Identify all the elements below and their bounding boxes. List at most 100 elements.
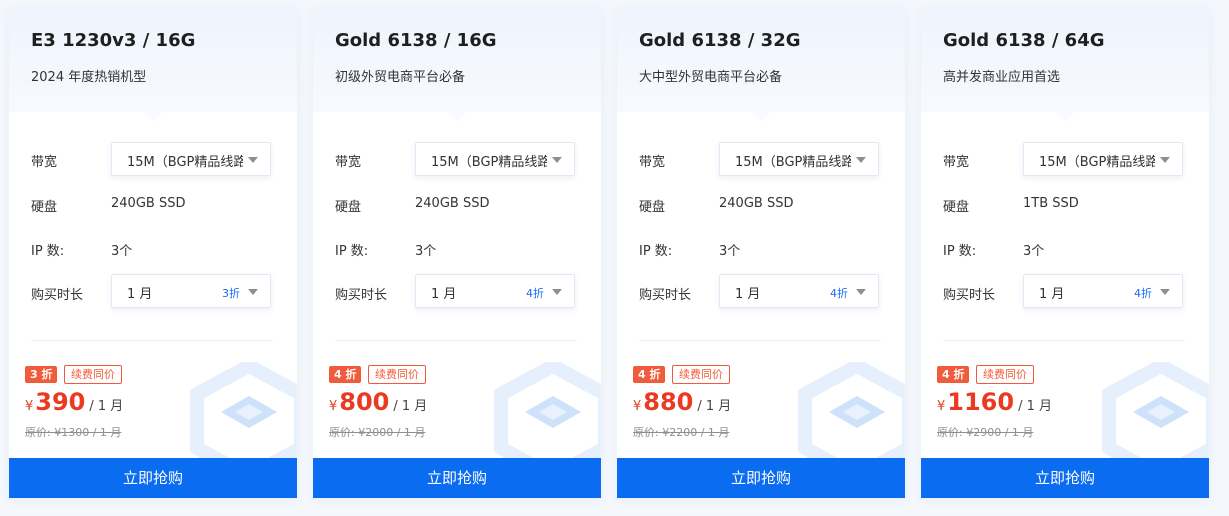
hexagon-logo-icon	[1102, 362, 1209, 472]
disk-value: 240GB SSD	[719, 196, 794, 211]
disk-label: 硬盘	[335, 200, 362, 215]
duration-select[interactable]: 1 月 4折	[719, 274, 879, 308]
discount-badge: 4 折	[937, 366, 970, 383]
chevron-down-icon	[552, 157, 562, 163]
disk-value: 1TB SSD	[1023, 196, 1079, 211]
bandwidth-select[interactable]: 15M（BGP精品线路	[111, 142, 271, 176]
buy-now-button[interactable]: 立即抢购	[921, 458, 1209, 498]
price-value: 1160	[947, 388, 1015, 416]
duration-discount: 4折	[1134, 287, 1152, 300]
product-subtitle: 2024 年度热销机型	[31, 70, 147, 85]
currency-symbol: ¥	[25, 399, 34, 414]
hexagon-logo-icon	[798, 362, 905, 472]
ip-label: IP 数:	[335, 244, 369, 259]
currency-symbol: ¥	[937, 399, 946, 414]
duration-select[interactable]: 1 月 4折	[415, 274, 575, 308]
currency-symbol: ¥	[633, 399, 642, 414]
original-price: 原价: ¥2200 / 1 月	[633, 426, 730, 439]
duration-select[interactable]: 1 月 3折	[111, 274, 271, 308]
chevron-down-icon	[1160, 157, 1170, 163]
header-notch	[447, 102, 467, 122]
hexagon-logo-icon	[494, 362, 601, 472]
hexagon-logo-icon	[190, 362, 297, 472]
ip-value: 3个	[111, 244, 133, 259]
price-value: 880	[643, 388, 694, 416]
divider	[335, 340, 577, 341]
discount-badge: 4 折	[329, 366, 362, 383]
ip-label: IP 数:	[31, 244, 65, 259]
divider	[639, 340, 881, 341]
chevron-down-icon	[856, 289, 866, 295]
duration-label: 购买时长	[639, 288, 692, 303]
price-value: 390	[35, 388, 86, 416]
price-period: / 1 月	[89, 399, 124, 414]
price-period: / 1 月	[393, 399, 428, 414]
product-card: Gold 6138 / 32G 大中型外贸电商平台必备 带宽 15M（BGP精品…	[617, 8, 905, 498]
original-price: 原价: ¥1300 / 1 月	[25, 426, 122, 439]
product-subtitle: 初级外贸电商平台必备	[335, 70, 466, 85]
bandwidth-label: 带宽	[639, 155, 666, 170]
disk-label: 硬盘	[31, 200, 58, 215]
card-header: Gold 6138 / 64G 高并发商业应用首选	[921, 8, 1209, 122]
bandwidth-select[interactable]: 15M（BGP精品线路	[1023, 142, 1183, 176]
ip-value: 3个	[415, 244, 437, 259]
header-notch	[143, 102, 163, 122]
chevron-down-icon	[248, 289, 258, 295]
currency-symbol: ¥	[329, 399, 338, 414]
bandwidth-selected-value: 15M（BGP精品线路	[127, 155, 243, 170]
disk-label: 硬盘	[639, 200, 666, 215]
product-card: E3 1230v3 / 16G 2024 年度热销机型 带宽 15M（BGP精品…	[9, 8, 297, 498]
product-title: E3 1230v3 / 16G	[31, 30, 196, 51]
card-header: Gold 6138 / 32G 大中型外贸电商平台必备	[617, 8, 905, 122]
price-period: / 1 月	[1018, 399, 1052, 414]
duration-select[interactable]: 1 月 4折	[1023, 274, 1183, 308]
discount-badge: 4 折	[633, 366, 666, 383]
header-notch	[1055, 102, 1075, 122]
price-period: / 1 月	[697, 399, 732, 414]
price: ¥800/ 1 月	[329, 388, 427, 416]
duration-label: 购买时长	[335, 288, 388, 303]
card-header: E3 1230v3 / 16G 2024 年度热销机型	[9, 8, 297, 122]
product-title: Gold 6138 / 64G	[943, 30, 1105, 51]
duration-label: 购买时长	[943, 288, 996, 303]
bandwidth-label: 带宽	[335, 155, 362, 170]
renew-same-price-badge: 续费同价	[672, 365, 730, 384]
price-value: 800	[339, 388, 390, 416]
original-price: 原价: ¥2900 / 1 月	[937, 426, 1034, 439]
product-card: Gold 6138 / 16G 初级外贸电商平台必备 带宽 15M（BGP精品线…	[313, 8, 601, 498]
ip-value: 3个	[719, 244, 741, 259]
bandwidth-select[interactable]: 15M（BGP精品线路	[719, 142, 879, 176]
product-title: Gold 6138 / 32G	[639, 30, 801, 51]
buy-now-button[interactable]: 立即抢购	[617, 458, 905, 498]
disk-label: 硬盘	[943, 200, 970, 215]
price: ¥390/ 1 月	[25, 388, 123, 416]
price: ¥1160/ 1 月	[937, 388, 1052, 416]
ip-label: IP 数:	[639, 244, 673, 259]
renew-same-price-badge: 续费同价	[64, 365, 122, 384]
bandwidth-selected-value: 15M（BGP精品线路	[431, 155, 547, 170]
buy-now-button[interactable]: 立即抢购	[9, 458, 297, 498]
product-subtitle: 大中型外贸电商平台必备	[639, 70, 783, 85]
price: ¥880/ 1 月	[633, 388, 731, 416]
header-notch	[751, 102, 771, 122]
product-card: Gold 6138 / 64G 高并发商业应用首选 带宽 15M（BGP精品线路…	[921, 8, 1209, 498]
buy-now-button[interactable]: 立即抢购	[313, 458, 601, 498]
bandwidth-selected-value: 15M（BGP精品线路	[735, 155, 851, 170]
chevron-down-icon	[248, 157, 258, 163]
divider	[31, 340, 273, 341]
divider	[943, 340, 1185, 341]
chevron-down-icon	[856, 157, 866, 163]
duration-label: 购买时长	[31, 288, 84, 303]
bandwidth-label: 带宽	[31, 155, 58, 170]
original-price: 原价: ¥2000 / 1 月	[329, 426, 426, 439]
card-header: Gold 6138 / 16G 初级外贸电商平台必备	[313, 8, 601, 122]
bandwidth-selected-value: 15M（BGP精品线路	[1039, 155, 1155, 170]
disk-value: 240GB SSD	[111, 196, 186, 211]
bandwidth-select[interactable]: 15M（BGP精品线路	[415, 142, 575, 176]
product-title: Gold 6138 / 16G	[335, 30, 497, 51]
bandwidth-label: 带宽	[943, 155, 970, 170]
ip-value: 3个	[1023, 244, 1045, 259]
duration-discount: 3折	[222, 287, 240, 300]
duration-discount: 4折	[526, 287, 544, 300]
product-subtitle: 高并发商业应用首选	[943, 70, 1061, 85]
